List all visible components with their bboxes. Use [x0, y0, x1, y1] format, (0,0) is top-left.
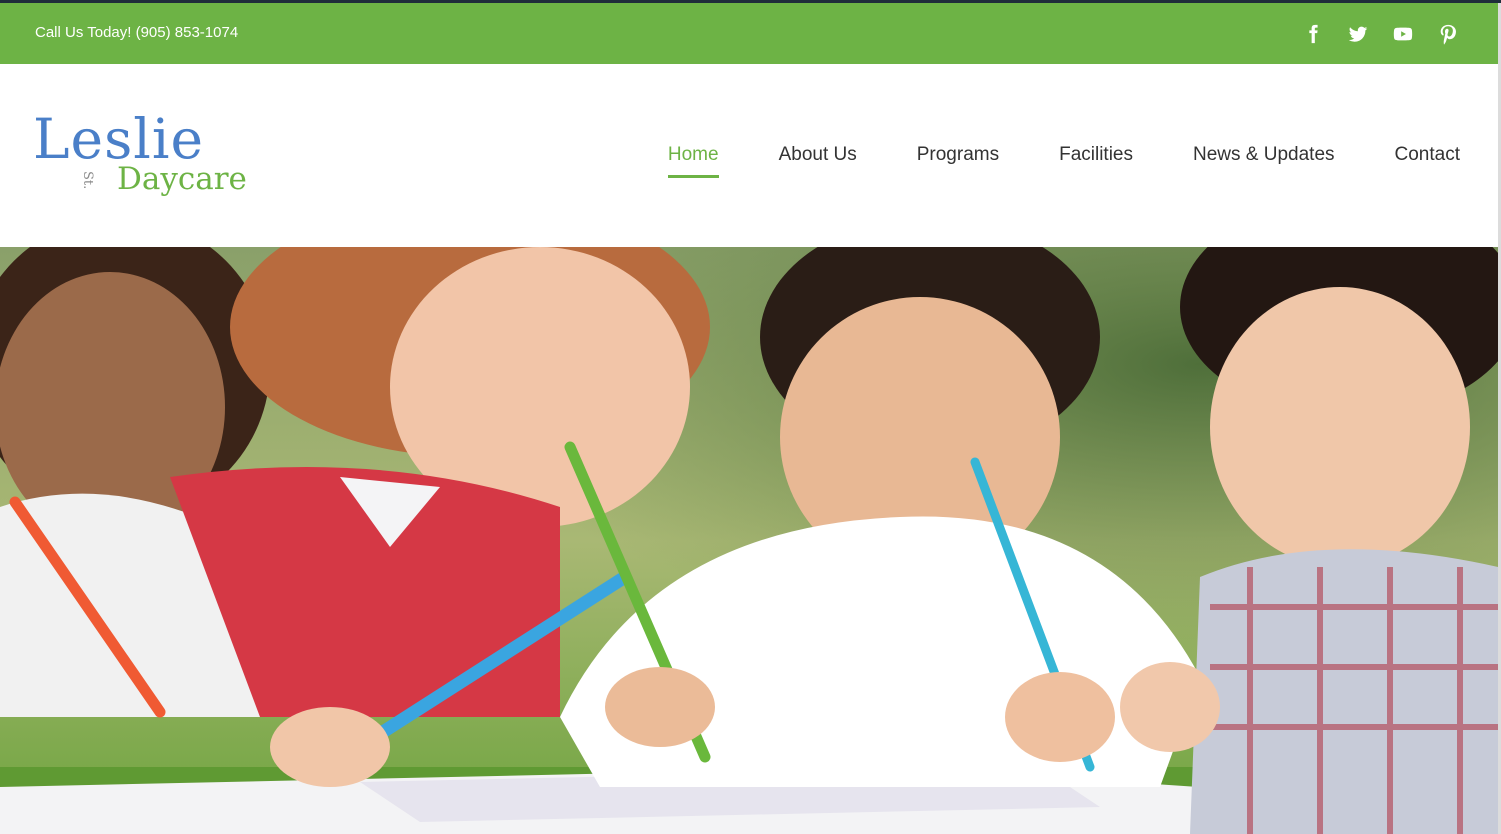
nav-programs[interactable]: Programs [917, 144, 999, 178]
logo-main-text: Leslie [33, 107, 205, 171]
nav-news-updates[interactable]: News & Updates [1193, 144, 1335, 178]
phone-text: Call Us Today! (905) 853-1074 [35, 24, 239, 41]
social-links [1300, 21, 1460, 46]
pinterest-icon[interactable] [1435, 21, 1460, 46]
youtube-icon[interactable] [1390, 21, 1415, 46]
logo-sub-text: Daycare [117, 161, 247, 197]
site-logo[interactable]: Leslie St. Daycare [33, 109, 273, 209]
hero-children-illustration [0, 247, 1498, 834]
main-nav: Home About Us Programs Facilities News &… [608, 144, 1460, 178]
facebook-icon[interactable] [1300, 21, 1325, 46]
twitter-icon[interactable] [1345, 21, 1370, 46]
nav-contact[interactable]: Contact [1395, 144, 1460, 178]
logo-st-text: St. [80, 171, 95, 190]
nav-home[interactable]: Home [667, 144, 719, 178]
hero-image [0, 247, 1498, 834]
nav-facilities[interactable]: Facilities [1059, 144, 1133, 178]
top-bar: Call Us Today! (905) 853-1074 [0, 3, 1498, 64]
nav-about-us[interactable]: About Us [779, 144, 857, 178]
site-header: Leslie St. Daycare Home About Us Program… [0, 64, 1498, 247]
